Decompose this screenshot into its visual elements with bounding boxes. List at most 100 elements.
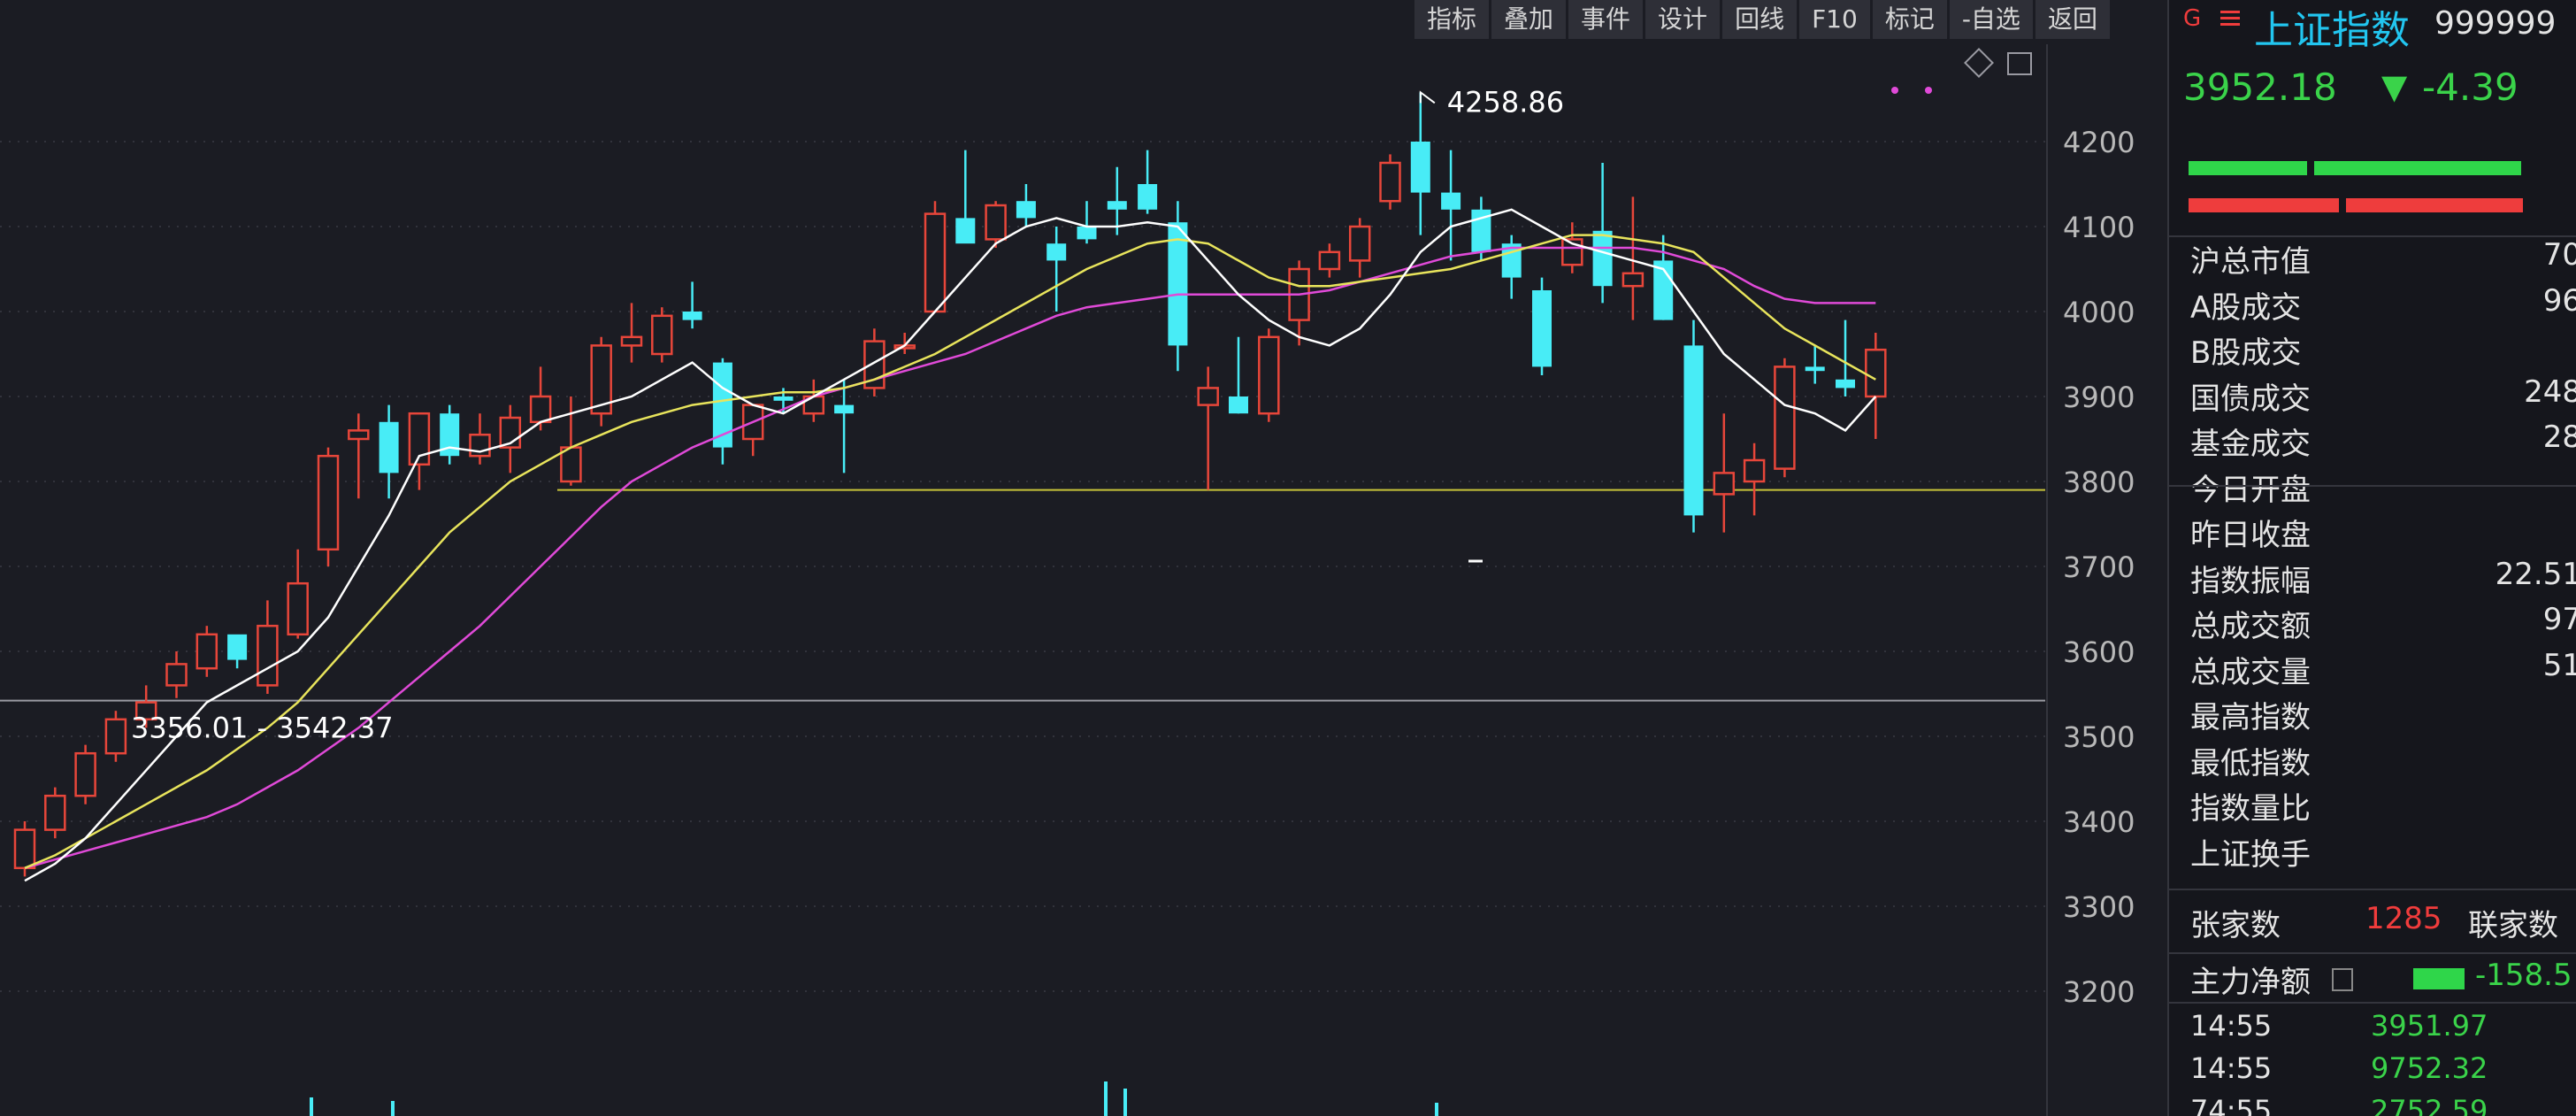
stat-label: 基金成交 xyxy=(2190,427,2311,462)
toolbar-button-0[interactable]: 指标 xyxy=(1414,0,1490,39)
candle-body xyxy=(1046,243,1067,261)
diamond-icon xyxy=(1964,48,1994,78)
magenta-dot xyxy=(1891,87,1898,94)
stat-value: 28 xyxy=(2542,419,2576,455)
candle-body xyxy=(560,446,582,483)
y-tick-label: 3600 xyxy=(2063,635,2135,669)
volume-bar-red-2 xyxy=(2346,198,2523,212)
toolbar-button-3[interactable]: 设计 xyxy=(1645,0,1721,39)
volume-bar xyxy=(310,1097,313,1116)
candle-body xyxy=(1258,335,1280,415)
net-amount-bar xyxy=(2413,968,2465,989)
candle-body xyxy=(1138,184,1158,210)
candle-body xyxy=(955,218,976,244)
candle-body xyxy=(529,395,552,424)
y-tick-label: 4100 xyxy=(2063,211,2135,244)
toolbar-button-1[interactable]: 叠加 xyxy=(1491,0,1567,39)
candle-body xyxy=(1865,348,1887,398)
volume-bar-green-2 xyxy=(2314,161,2521,175)
tick-time: 14:55 xyxy=(2190,1009,2273,1043)
current-price: 3952.18 xyxy=(2183,65,2337,109)
net-amount-label: 主力净额 xyxy=(2190,965,2311,1000)
candle-body xyxy=(924,212,947,313)
hamburger-icon[interactable] xyxy=(2220,11,2240,27)
volume-bar xyxy=(1123,1089,1127,1116)
ma5-line xyxy=(24,208,1877,882)
market-marker: G xyxy=(2183,5,2202,32)
change-arrow: ▼ xyxy=(2381,67,2408,106)
candle-body xyxy=(1107,201,1127,210)
toolbar-button-6[interactable]: 标记 xyxy=(1872,0,1947,39)
y-tick-label: 3700 xyxy=(2063,550,2135,584)
volume-bar xyxy=(391,1101,395,1116)
toolbar-button-7[interactable]: -自选 xyxy=(1949,0,2033,39)
candle-body xyxy=(317,454,340,551)
candle-body xyxy=(1077,227,1097,240)
candle-body xyxy=(13,828,36,870)
stat-label: 指数振幅 xyxy=(2190,563,2311,599)
stat-label: 沪总市值 xyxy=(2190,244,2311,280)
zhang-value: 1285 xyxy=(2365,901,2442,936)
candle-body xyxy=(1683,345,1704,516)
stat-label: 国债成交 xyxy=(2190,381,2311,417)
tick-price: 2752.59 xyxy=(2371,1094,2488,1116)
candle-body xyxy=(1441,192,1461,210)
zhang-label: 张家数 xyxy=(2190,908,2281,943)
kline-chart[interactable]: 3200 3300 3400 3500 3600 3700 3800 3900 4000 4100… xyxy=(0,0,2167,1116)
candle-body xyxy=(1743,458,1766,483)
candle-body xyxy=(1622,272,1644,288)
candle-body xyxy=(1713,472,1736,496)
candle-body xyxy=(257,624,279,687)
stat-label: 今日开盘 xyxy=(2190,472,2311,508)
magenta-dot xyxy=(1925,87,1932,94)
lian-label: 联家数 xyxy=(2468,908,2558,943)
ma10-line xyxy=(24,234,1876,869)
window-icon xyxy=(2007,52,2032,75)
candle-body xyxy=(1774,366,1796,470)
stat-value: 248 xyxy=(2524,373,2576,410)
stat-value: 70 xyxy=(2542,237,2576,273)
candle-body xyxy=(834,404,855,414)
volume-bar xyxy=(1104,1081,1108,1116)
y-tick-label: 4200 xyxy=(2063,126,2135,159)
list-icon[interactable] xyxy=(2332,968,2353,991)
candle-body xyxy=(985,204,1007,241)
volume-bar-green xyxy=(2189,161,2307,175)
toolbar-button-5[interactable]: F10 xyxy=(1799,0,1870,39)
stat-value: 51 xyxy=(2542,647,2576,683)
candle-body xyxy=(651,314,673,356)
stat-label: B股成交 xyxy=(2190,335,2302,371)
stat-label: 最高指数 xyxy=(2190,700,2311,735)
quote-panel: G 上证指数 999999 3952.18 ▼ -4.39 沪总市值 70 A股成交… xyxy=(2167,0,2576,1116)
toolbar-button-8[interactable]: 返回 xyxy=(2035,0,2110,39)
ma20-line xyxy=(24,246,1876,870)
candle-body xyxy=(620,335,643,347)
y-tick-label: 3900 xyxy=(2063,381,2135,414)
y-tick-label: 3500 xyxy=(2063,720,2135,754)
toolbar-button-4[interactable]: 回线 xyxy=(1722,0,1798,39)
candle-body xyxy=(1348,225,1371,262)
stat-label: 总成交量 xyxy=(2190,654,2311,690)
candle-body xyxy=(104,718,127,755)
candle-body xyxy=(196,633,218,670)
candle-body xyxy=(379,421,399,473)
kline-chart-area[interactable]: 3200 3300 3400 3500 3600 3700 3800 3900 4000 4100… xyxy=(0,0,2167,1116)
candle-body xyxy=(1805,366,1825,372)
candle-body xyxy=(1197,387,1219,406)
candle-body xyxy=(74,751,96,797)
stat-label: 最低指数 xyxy=(2190,745,2311,781)
tick-price: 3951.97 xyxy=(2371,1009,2488,1043)
stat-value: 97 xyxy=(2542,602,2576,637)
toolbar-button-2[interactable]: 事件 xyxy=(1568,0,1644,39)
candle-body xyxy=(1229,396,1248,414)
candle-body xyxy=(1016,201,1036,219)
tick-price: 9752.32 xyxy=(2371,1051,2488,1085)
stat-label: 上证换手 xyxy=(2190,836,2311,873)
index-code: 999999 xyxy=(2434,5,2557,42)
candle-body xyxy=(44,794,66,831)
y-tick-label: 3800 xyxy=(2063,466,2135,499)
candle-body xyxy=(1318,250,1341,271)
index-title: 上证指数 xyxy=(2254,8,2410,53)
volume-bar xyxy=(1435,1103,1438,1116)
y-tick-label: 3200 xyxy=(2063,975,2135,1009)
